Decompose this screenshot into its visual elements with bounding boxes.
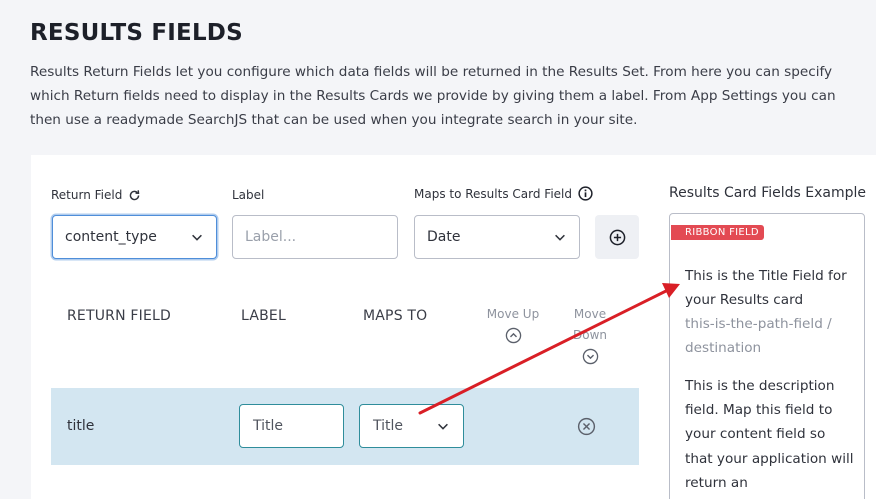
header-return-field: RETURN FIELD [67, 308, 172, 324]
return-field-select[interactable]: content_type [52, 215, 217, 259]
maps-field-label: Maps to Results Card Field [414, 186, 593, 201]
row-maps-to-select-value: Title [373, 418, 404, 434]
table-row: title Title Title [51, 388, 639, 465]
chevron-down-circle-icon [582, 348, 598, 365]
header-move-down-text: Move Down [572, 307, 607, 342]
return-field-label-text: Return Field [51, 188, 123, 202]
chevron-up-circle-icon [505, 327, 521, 344]
card-description-field: This is the description field. Map this … [685, 378, 854, 491]
label-field-label: Label [232, 188, 264, 202]
header-maps-to: MAPS TO [363, 308, 428, 324]
label-field-label-text: Label [232, 188, 265, 202]
label-input-placeholder: Label... [245, 229, 297, 245]
row-label-input-value: Title [253, 418, 284, 434]
chevron-down-icon [192, 234, 202, 241]
header-label: LABEL [241, 308, 286, 324]
info-icon[interactable] [578, 186, 593, 201]
results-card-preview: RIBBON FIELD This is the Title Field for… [669, 213, 865, 499]
remove-row-button[interactable] [577, 417, 596, 440]
header-move-up: Move Up [483, 304, 543, 344]
close-circle-icon [577, 417, 596, 436]
chevron-down-icon [438, 423, 448, 430]
row-label-input[interactable]: Title [239, 404, 344, 448]
ribbon-field: RIBBON FIELD [671, 225, 764, 240]
return-field-select-value: content_type [65, 229, 157, 245]
card-title-field: This is the Title Field for your Results… [685, 268, 847, 309]
chevron-down-icon [555, 234, 565, 241]
label-input[interactable]: Label... [232, 215, 398, 259]
row-maps-to-select[interactable]: Title [359, 404, 464, 448]
plus-circle-icon [609, 229, 625, 245]
header-move-up-text: Move Up [486, 307, 540, 321]
page-title: RESULTS FIELDS [30, 20, 243, 46]
maps-to-select-value: Date [427, 229, 461, 245]
refresh-icon[interactable] [128, 189, 141, 202]
results-fields-page: RESULTS FIELDS Results Return Fields let… [0, 0, 876, 499]
add-field-button[interactable] [595, 215, 639, 259]
page-description: Results Return Fields let you configure … [30, 64, 836, 129]
card-path-field: this-is-the-path-field / destination [685, 316, 832, 357]
header-move-down: Move Down [560, 304, 620, 365]
preview-heading: Results Card Fields Example [669, 185, 866, 201]
maps-to-select[interactable]: Date [414, 215, 580, 259]
maps-field-label-text: Maps to Results Card Field [414, 186, 572, 201]
row-return-field: title [67, 418, 95, 434]
return-field-label: Return Field [51, 188, 141, 202]
